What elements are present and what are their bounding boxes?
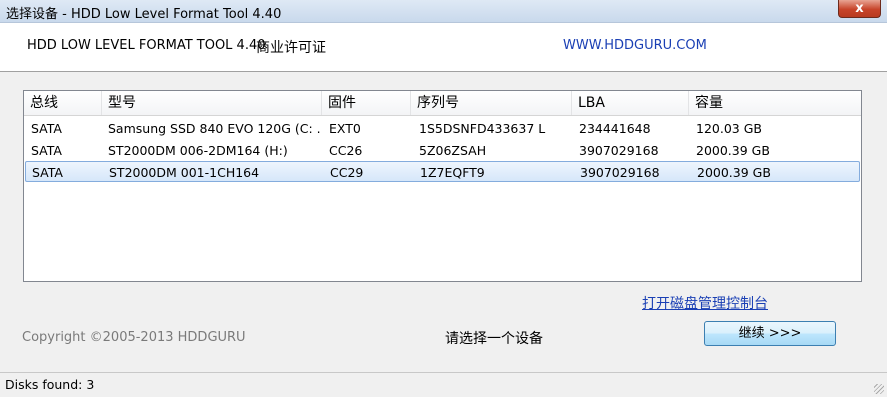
table-row-selected[interactable]: SATA ST2000DM 001-1CH164 CC29 1Z7EQFT9 3…	[25, 161, 860, 182]
cell-capacity: 2000.39 GB	[696, 143, 770, 158]
cell-capacity: 2000.39 GB	[697, 165, 771, 180]
disk-management-link[interactable]: 打开磁盘管理控制台	[642, 293, 768, 313]
status-bar: Disks found: 3	[0, 372, 887, 397]
select-device-prompt: 请选择一个设备	[445, 331, 543, 347]
column-header-lba[interactable]: LBA	[572, 91, 689, 115]
header-panel: HDD LOW LEVEL FORMAT TOOL 4.40 商业许可证 WWW…	[0, 23, 887, 72]
cell-bus: SATA	[31, 121, 62, 136]
resize-grip-icon[interactable]	[874, 384, 884, 394]
license-label: 商业许可证	[256, 40, 326, 56]
close-button[interactable]: x	[838, 0, 881, 18]
cell-model: ST2000DM 006-2DM164 (H:)	[108, 143, 288, 158]
cell-bus: SATA	[32, 165, 63, 180]
title-bar: 选择设备 - HDD Low Level Format Tool 4.40 x	[0, 0, 887, 23]
table-row[interactable]: SATA ST2000DM 006-2DM164 (H:) CC26 5Z06Z…	[24, 140, 861, 161]
cell-lba: 3907029168	[580, 165, 660, 180]
cell-capacity: 120.03 GB	[696, 121, 762, 136]
app-title: HDD LOW LEVEL FORMAT TOOL 4.40	[27, 38, 266, 53]
cell-serial: 1S5DSNFD433637 L	[419, 121, 546, 136]
column-header-capacity[interactable]: 容量	[689, 91, 861, 115]
column-header-firmware[interactable]: 固件	[322, 91, 411, 115]
cell-lba: 3907029168	[579, 143, 659, 158]
cell-bus: SATA	[31, 143, 62, 158]
disks-found-status: Disks found: 3	[5, 377, 95, 392]
website-link[interactable]: WWW.HDDGURU.COM	[563, 38, 707, 53]
cell-firmware: CC29	[330, 165, 364, 180]
column-header-bus[interactable]: 总线	[24, 91, 102, 115]
cell-serial: 5Z06ZSAH	[419, 143, 487, 158]
column-header-model[interactable]: 型号	[102, 91, 322, 115]
cell-firmware: EXT0	[329, 121, 361, 136]
cell-serial: 1Z7EQFT9	[420, 165, 485, 180]
close-icon: x	[855, 1, 864, 16]
device-list[interactable]: 总线 型号 固件 序列号 LBA 容量 SATA Samsung SSD 840…	[23, 90, 862, 282]
cell-firmware: CC26	[329, 143, 363, 158]
table-row[interactable]: SATA Samsung SSD 840 EVO 120G (C: ... EX…	[24, 118, 861, 139]
cell-model: ST2000DM 001-1CH164	[109, 165, 260, 180]
list-header: 总线 型号 固件 序列号 LBA 容量	[24, 91, 861, 116]
column-header-serial[interactable]: 序列号	[411, 91, 572, 115]
window-title: 选择设备 - HDD Low Level Format Tool 4.40	[6, 7, 282, 22]
cell-model: Samsung SSD 840 EVO 120G (C: ...	[108, 121, 320, 136]
copyright-text: Copyright ©2005-2013 HDDGURU	[22, 330, 246, 345]
cell-lba: 234441648	[579, 121, 651, 136]
continue-button[interactable]: 继续 >>>	[704, 321, 836, 346]
